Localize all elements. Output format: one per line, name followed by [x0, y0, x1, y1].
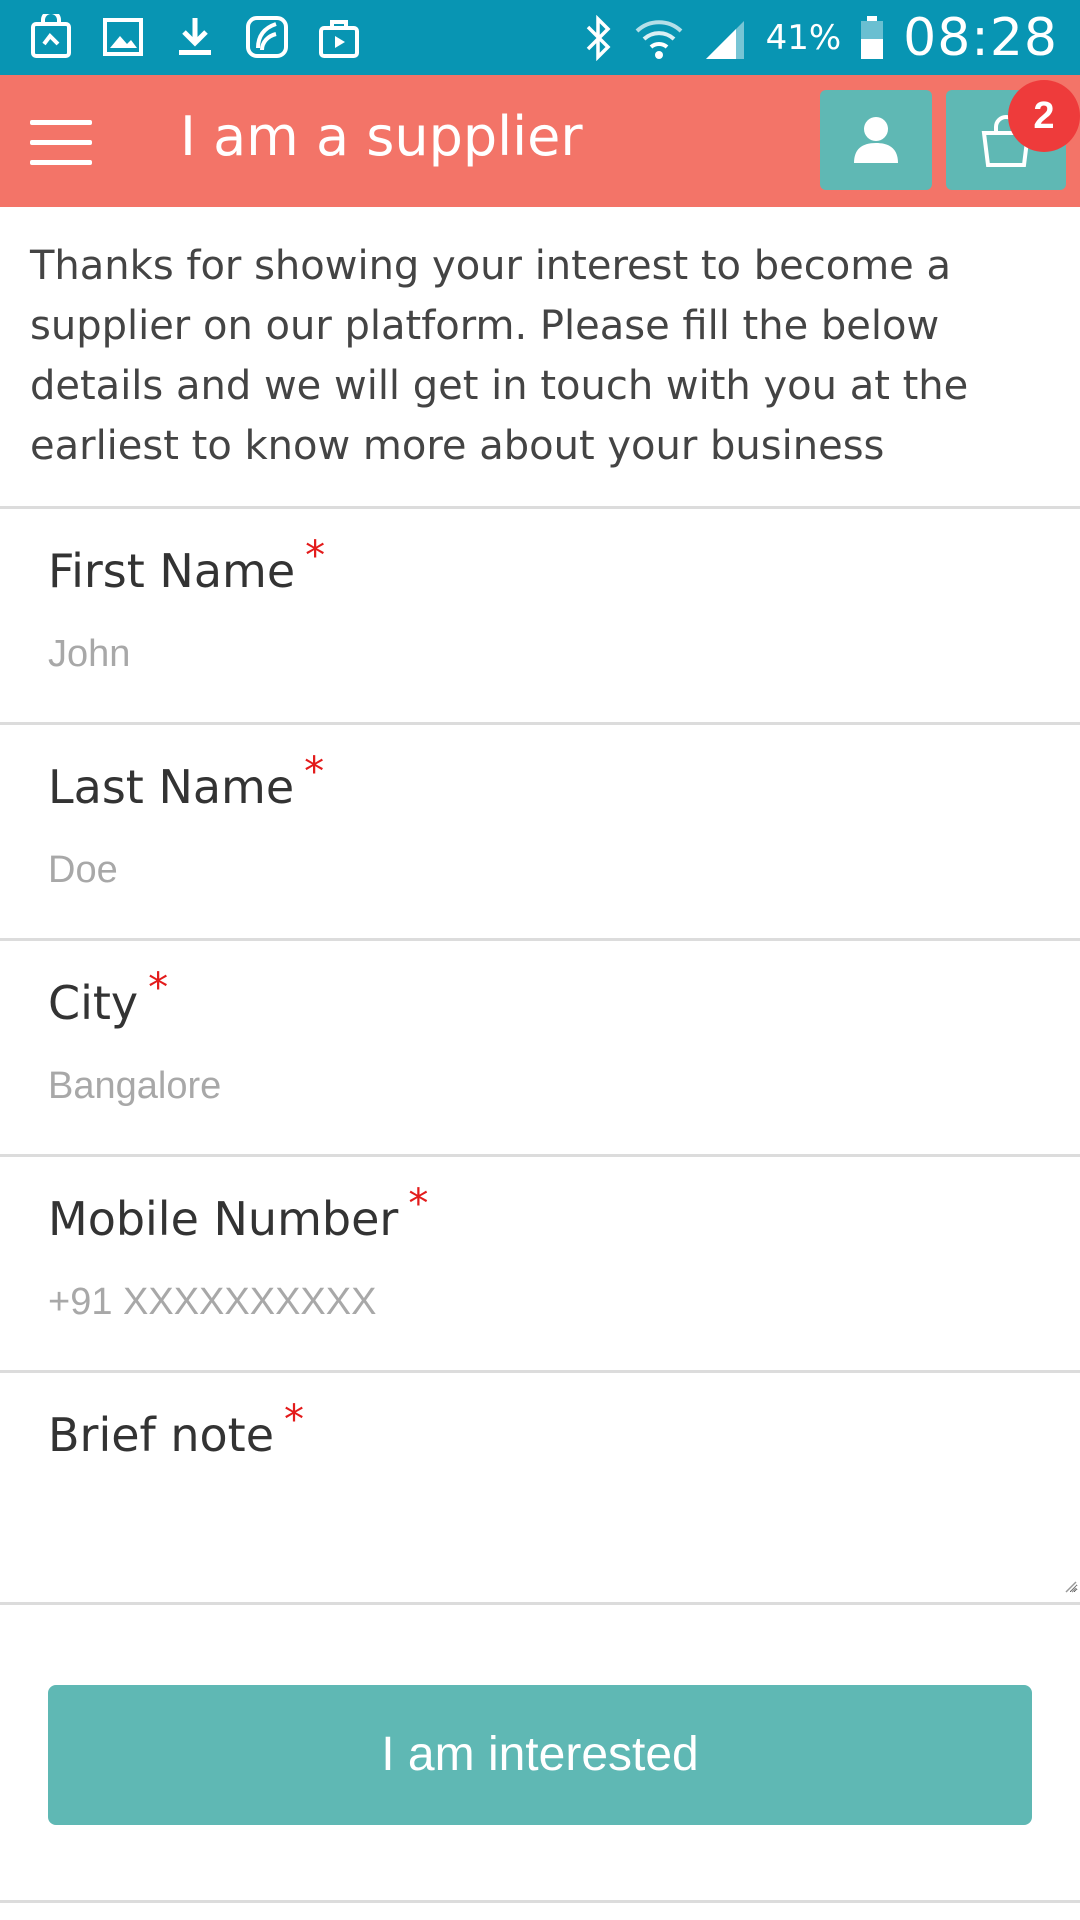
account-button[interactable]: [820, 90, 932, 190]
city-input[interactable]: [48, 1059, 1028, 1113]
hamburger-menu-icon[interactable]: [30, 120, 92, 166]
divider: [0, 1602, 1080, 1605]
submit-button[interactable]: I am interested: [48, 1685, 1032, 1825]
mobile-number-field: Mobile Number *: [0, 1157, 1080, 1371]
cart-count-badge: 2: [1008, 80, 1080, 152]
first-name-label: First Name *: [48, 533, 326, 598]
last-name-field: Last Name *: [0, 725, 1080, 939]
last-name-label: Last Name *: [48, 749, 325, 814]
gallery-icon: [103, 18, 143, 56]
battery-icon: [861, 15, 884, 59]
status-bar: 41% 08:28: [0, 0, 1080, 75]
required-asterisk: *: [305, 533, 326, 579]
bluetooth-icon: [586, 14, 611, 61]
resize-handle-icon[interactable]: [1062, 1578, 1078, 1594]
mobile-number-input[interactable]: [48, 1275, 1028, 1329]
app-bar: I am a supplier: [0, 75, 1080, 207]
battery-percent: 41%: [765, 17, 842, 58]
saavn-icon: [246, 16, 288, 58]
user-icon: [854, 117, 898, 163]
first-name-field: First Name *: [0, 509, 1080, 723]
status-bar-notifications: [30, 14, 360, 64]
notification-bag-icon: [31, 14, 71, 58]
required-asterisk: *: [408, 1181, 429, 1227]
page-title: I am a supplier: [180, 105, 583, 168]
first-name-input[interactable]: [48, 627, 1028, 681]
required-asterisk: *: [304, 749, 325, 795]
intro-text: Thanks for showing your interest to beco…: [30, 243, 969, 469]
mobile-number-label: Mobile Number *: [48, 1181, 429, 1246]
brief-note-textarea[interactable]: [48, 1483, 1078, 1593]
last-name-input[interactable]: [48, 843, 1028, 897]
status-bar-system: 41% 08:28: [582, 0, 1058, 75]
required-asterisk: *: [284, 1397, 305, 1443]
wifi-icon: [635, 19, 682, 59]
required-asterisk: *: [148, 965, 169, 1011]
clock: 08:28: [903, 7, 1058, 68]
divider: [0, 1900, 1080, 1903]
briefcase-icon: [319, 20, 359, 58]
brief-note-field: Brief note *: [0, 1373, 1080, 1603]
download-icon: [179, 18, 211, 55]
signal-icon: [705, 20, 744, 59]
city-label: City *: [48, 965, 169, 1030]
city-field: City *: [0, 941, 1080, 1155]
brief-note-label: Brief note *: [48, 1397, 305, 1462]
